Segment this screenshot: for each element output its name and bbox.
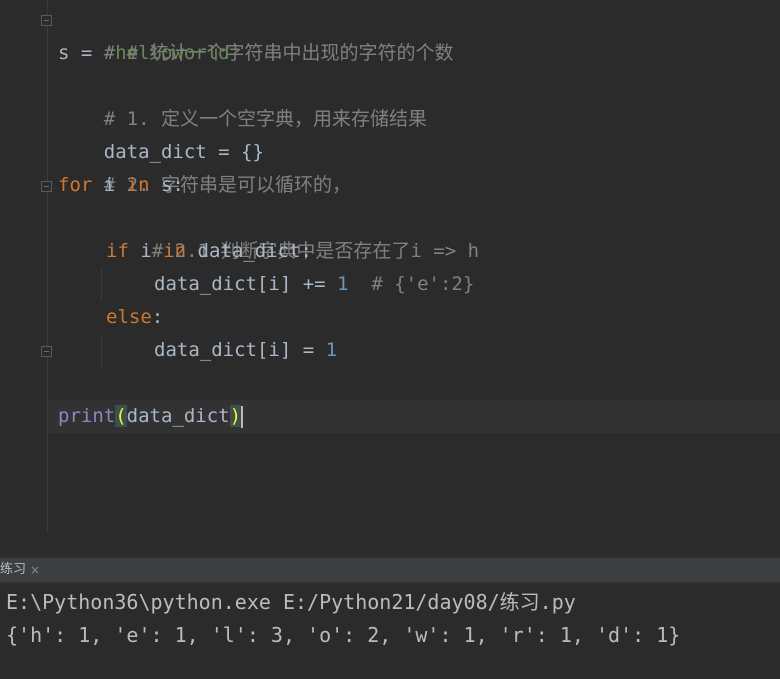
console-output-line: {'h': 1, 'e': 1, 'l': 3, 'o': 2, 'w': 1,… <box>6 623 681 647</box>
statement: data_dict[i] += <box>154 273 338 295</box>
identifier: data_dict: <box>186 240 312 262</box>
identifier: i <box>92 174 127 196</box>
punctuation: : <box>151 306 164 328</box>
text-caret <box>241 405 244 428</box>
run-tab[interactable]: 练习 × <box>0 558 44 582</box>
statement: data_dict[i] = <box>154 339 326 361</box>
indent-guide <box>101 268 102 301</box>
run-tab-bar: 练习 × <box>0 558 780 583</box>
code-line[interactable]: # 2.1 判断字典中是否存在了i => h <box>106 202 479 262</box>
code-line[interactable]: # # 统计一个字符串中出现的字符的个数 <box>58 4 454 64</box>
keyword: in <box>163 240 187 262</box>
keyword: in <box>126 174 150 196</box>
close-icon[interactable]: × <box>30 558 40 582</box>
keyword: for <box>58 174 93 196</box>
identifier: i <box>128 240 164 262</box>
panel-divider <box>0 556 780 557</box>
indent-guide <box>101 334 102 367</box>
fold-icon[interactable] <box>41 15 52 26</box>
gutter-divider <box>47 0 48 532</box>
identifier: s: <box>149 174 184 196</box>
string-literal: 'helloworld' <box>103 42 242 64</box>
code-line[interactable]: for i in s: <box>58 169 184 202</box>
code-line[interactable]: else: <box>106 301 163 334</box>
keyword: else <box>106 306 152 328</box>
comment: # {'e':2} <box>348 273 475 295</box>
run-panel: 练习 × E:\Python36\python.exe E:/Python21/… <box>0 532 780 679</box>
code-line[interactable]: # 1. 定义一个空字典，用来存储结果 <box>58 70 427 130</box>
fold-icon[interactable] <box>41 346 52 357</box>
code-line[interactable]: data_dict[i] += 1 # {'e':2} <box>154 268 474 301</box>
code-line-current[interactable]: print(data_dict) <box>58 400 244 433</box>
identifier: data_dict <box>126 405 230 427</box>
console-output-line: E:\Python36\python.exe E:/Python21/day08… <box>6 590 576 614</box>
code-line[interactable]: # 2. 字符串是可以循环的， <box>58 136 351 196</box>
code-editor[interactable]: # # 统计一个字符串中出现的字符的个数 s = 'helloworld' # … <box>0 0 780 532</box>
paren-highlight: ( <box>115 405 127 427</box>
code-line[interactable]: s = 'helloworld' <box>58 37 241 70</box>
operator: = <box>69 42 104 64</box>
keyword: if <box>106 240 129 262</box>
number-literal: 1 <box>325 339 338 361</box>
paren-highlight: ) <box>229 405 242 427</box>
code-line[interactable]: data_dict = {} <box>58 103 264 163</box>
fold-icon[interactable] <box>41 181 52 192</box>
identifier: s <box>58 42 70 64</box>
code-line[interactable]: if i in data_dict: <box>106 235 312 268</box>
run-tab-label: 练习 <box>0 562 27 577</box>
number-literal: 1 <box>337 273 349 295</box>
code-line[interactable]: data_dict[i] = 1 <box>154 334 337 367</box>
builtin-function: print <box>58 405 116 427</box>
